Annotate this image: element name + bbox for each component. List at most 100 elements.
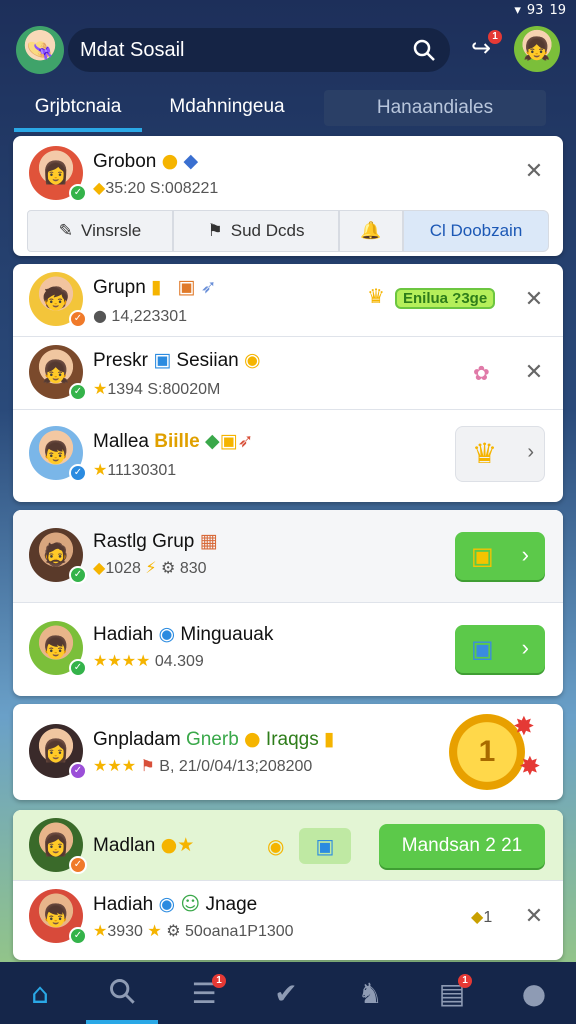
- contact-name: Hadiah ◉ ☺ Jnage: [93, 893, 258, 915]
- vinsrsle-button[interactable]: ✎ Vinsrsle: [27, 210, 173, 252]
- contact-meta: ★1394 S:80020M: [93, 379, 221, 398]
- verified-icon: ✓: [69, 927, 87, 945]
- search-icon[interactable]: [412, 38, 436, 62]
- close-icon[interactable]: ✕: [521, 903, 547, 929]
- nav-home[interactable]: ⌂: [4, 962, 76, 1024]
- notification-badge: 1: [212, 974, 226, 988]
- tab-hanaandiales[interactable]: Hanaandiales: [324, 90, 546, 126]
- smile-icon: ☺: [180, 893, 201, 915]
- contact-meta: ◆35:20 S:008221: [93, 178, 219, 197]
- coin-icon: ●: [244, 728, 261, 750]
- status-badge: Enilua ?3ge: [395, 288, 496, 309]
- home-icon: ⌂: [31, 976, 49, 1010]
- gift-icon: ▣: [315, 834, 335, 858]
- star-icon: ★: [93, 460, 108, 479]
- flag-icon: ⚑: [207, 221, 223, 241]
- treasure-icon: ♛: [472, 437, 498, 470]
- contact-meta: ★★★ ⚑ B, 21/0/04/13;208200: [93, 756, 313, 775]
- reward-button[interactable]: ♛ ›: [455, 426, 545, 482]
- nav-activity[interactable]: ♞: [334, 962, 406, 1024]
- contact-name: Rastlg Grup ▦: [93, 530, 218, 552]
- user-avatar[interactable]: 👒: [16, 26, 64, 74]
- list-item[interactable]: 👩 ✓ Madlan ●★ ◉ ▣ Mandsan 2 21: [13, 810, 563, 880]
- contact-meta: ★★★★ 04.309: [93, 651, 204, 670]
- flag-icon: ⚑: [140, 756, 155, 775]
- header: 👒 Mdat Sosail ↪ 1 👧: [0, 22, 576, 84]
- contact-name: Grupn ▮ ▣ ➶: [93, 276, 217, 298]
- list-item[interactable]: 👦 ✓ Hadiah ◉ Minguauak ★★★★ 04.309 ▣ ›: [13, 603, 563, 696]
- app-title: Mdat Sosail: [80, 38, 185, 61]
- coin-icon: ●: [160, 834, 178, 856]
- rocket-icon: ➶: [200, 276, 217, 298]
- contact-name: Preskr ▣ Sesiian ◉: [93, 349, 261, 371]
- sud-dcds-button[interactable]: ⚑ Sud Dcds: [173, 210, 339, 252]
- contact-name: Grobon ● ◆: [93, 150, 199, 172]
- verified-icon: ✓: [69, 310, 87, 328]
- list-item[interactable]: 🧒 ✓ Grupn ▮ ▣ ➶ ● 14,223301 ♛ Enilua ?3ge…: [13, 264, 563, 336]
- battery-level: 93: [526, 3, 544, 18]
- pin-icon: ●: [93, 306, 107, 325]
- avatar[interactable]: 👩 ✓: [29, 146, 87, 202]
- rating-stars: ★★★★: [93, 651, 151, 670]
- doobzain-button[interactable]: Cl Doobzain: [403, 210, 549, 252]
- share-icon[interactable]: ↪ 1: [466, 30, 502, 64]
- contact-list-b: 🧔 ✓ Rastlg Grup ▦ ◆1028 ⚡ ⚙ 830 ▣ › 👦 ✓ Ha…: [13, 510, 563, 696]
- close-icon[interactable]: ✕: [521, 359, 547, 385]
- avatar: 👩 ✓: [29, 724, 87, 780]
- tab-mdahningeua[interactable]: Mdahningeua: [150, 86, 304, 132]
- nav-profile[interactable]: ●: [498, 962, 570, 1024]
- list-item[interactable]: 🧔 ✓ Rastlg Grup ▦ ◆1028 ⚡ ⚙ 830 ▣ ›: [13, 510, 563, 602]
- list-item[interactable]: 👦 ✓ Hadiah ◉ ☺ Jnage ★3930 ★ ⚙ 50oana1P13…: [13, 881, 563, 960]
- bag-icon: ◆: [93, 178, 106, 197]
- tab-grjbtcnaia[interactable]: Grjbtcnaia: [14, 86, 142, 132]
- item-count: ◆1: [471, 907, 493, 926]
- verified-icon: ✓: [69, 856, 87, 874]
- coin-icon: ●: [161, 150, 179, 172]
- nav-list[interactable]: ☰ 1: [168, 962, 240, 1024]
- contact-meta: ★11130301: [93, 460, 177, 479]
- contact-list-a: 🧒 ✓ Grupn ▮ ▣ ➶ ● 14,223301 ♛ Enilua ?3ge…: [13, 264, 563, 502]
- open-button[interactable]: ▣ ›: [455, 625, 545, 673]
- avatar: 👧 ✓: [29, 345, 87, 401]
- notification-badge: 1: [488, 30, 502, 44]
- achievement-card[interactable]: 👩 ✓ Gnpladam Gnerb ● Iraqgs ▮ ★★★ ⚑ B, 21…: [13, 704, 563, 800]
- profile-icon: ●: [521, 976, 547, 1010]
- list-item[interactable]: 👧 ✓ Preskr ▣ Sesiian ◉ ★1394 S:80020M ✿ ✕: [13, 337, 563, 409]
- badge-icon: ◉: [158, 893, 176, 915]
- edit-icon: ✎: [58, 221, 74, 241]
- bag-icon: ◆: [93, 558, 106, 577]
- bell-button[interactable]: 🔔: [339, 210, 403, 252]
- mandsan-button[interactable]: Mandsan 2 21: [379, 824, 545, 868]
- dice-icon: ▣: [471, 635, 494, 663]
- verified-icon: ✓: [69, 566, 87, 584]
- nav-check[interactable]: ✔: [250, 962, 322, 1024]
- avatar: 👦 ✓: [29, 889, 87, 945]
- box-icon: ▣: [219, 430, 238, 452]
- open-button[interactable]: ▣ ›: [455, 532, 545, 580]
- nav-search[interactable]: [86, 962, 158, 1024]
- star-burst-icon: ✸: [513, 712, 535, 742]
- close-icon[interactable]: ✕: [521, 158, 547, 184]
- close-icon[interactable]: ✕: [521, 286, 547, 312]
- profile-avatar[interactable]: 👧: [514, 26, 560, 72]
- nav-bag[interactable]: ▤ 1: [416, 962, 488, 1024]
- coins-icon: ◉: [267, 834, 285, 858]
- status-bar: ▾ 93 19: [0, 0, 576, 22]
- top-card: 👩 ✓ Grobon ● ◆ ◆35:20 S:008221 ✕ ✎ Vinsrsl…: [13, 136, 563, 256]
- star-icon: ★: [177, 834, 195, 856]
- verified-icon: ✓: [69, 464, 87, 482]
- rocket-icon: ➶: [237, 430, 254, 452]
- gift-button[interactable]: ▣: [299, 828, 351, 864]
- avatar: 👦 ✓: [29, 426, 87, 482]
- wifi-icon: ▾: [514, 3, 521, 18]
- trophy-icon: ▮: [324, 728, 335, 750]
- search-input[interactable]: Mdat Sosail: [68, 28, 450, 72]
- contact-name: Gnpladam Gnerb ● Iraqgs ▮: [93, 728, 335, 750]
- list-item[interactable]: 👦 ✓ Mallea Biille ◆▣➶ ★11130301 ♛ ›: [13, 410, 563, 502]
- reward-card: 👩 ✓ Madlan ●★ ◉ ▣ Mandsan 2 21 👦 ✓ Hadiah …: [13, 810, 563, 960]
- calendar-icon: ▦: [199, 530, 218, 552]
- avatar: 🧒 ✓: [29, 272, 87, 328]
- badge-icon: ◉: [158, 623, 176, 645]
- gem-icon: ◆: [183, 150, 199, 172]
- coin-icon: ▮: [151, 276, 162, 298]
